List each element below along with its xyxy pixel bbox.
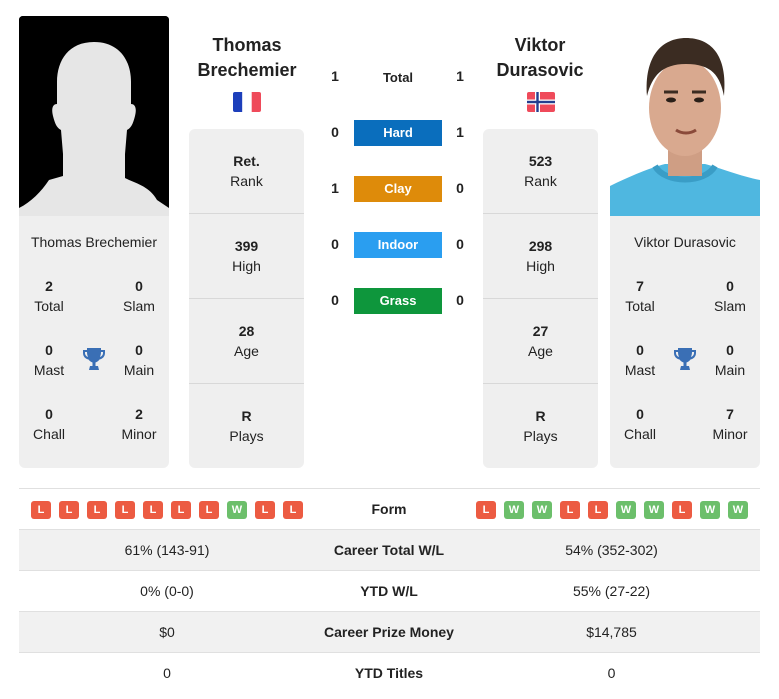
form-win-badge[interactable]: W	[728, 501, 748, 519]
indoor-badge[interactable]: Indoor	[354, 232, 442, 258]
trophy-icon	[82, 347, 106, 373]
player1-age: 28 Age	[189, 298, 304, 383]
prize-money-p1: $0	[159, 624, 175, 640]
h2h-hard-p2: 1	[456, 124, 464, 140]
h2h-grass-p2: 0	[456, 292, 464, 308]
form-win-badge[interactable]: W	[644, 501, 664, 519]
h2h-total-p2: 1	[456, 68, 464, 84]
ytd-wl-p1: 0% (0-0)	[140, 583, 194, 599]
form-loss-badge[interactable]: L	[31, 501, 51, 519]
player1-titles-slam: 0 Slam	[123, 278, 155, 314]
prize-money-label: Career Prize Money	[324, 624, 454, 640]
player1-high: 399 High	[189, 213, 304, 298]
player1-form: LLLLLLLWLL	[31, 501, 303, 519]
silhouette-icon	[19, 16, 169, 216]
h2h-hard-p1: 0	[331, 124, 339, 140]
h2h-total-p1: 1	[331, 68, 339, 84]
h2h-total-label: Total	[382, 70, 414, 85]
player1-titles-total: 2 Total	[34, 278, 64, 314]
player2-full-name: Viktor Durasovic	[634, 234, 736, 250]
h2h-clay-p2: 0	[456, 180, 464, 196]
form-loss-badge[interactable]: L	[672, 501, 692, 519]
player2-rank: 523 Rank	[524, 153, 557, 189]
form-win-badge[interactable]: W	[532, 501, 552, 519]
h2h-indoor-p2: 0	[456, 236, 464, 252]
player1-photo	[19, 16, 169, 216]
player2-titles-main: 0 Main	[714, 342, 746, 378]
clay-badge[interactable]: Clay	[354, 176, 442, 202]
form-loss-badge[interactable]: L	[87, 501, 107, 519]
form-win-badge[interactable]: W	[700, 501, 720, 519]
player1-rank: Ret. Rank	[230, 153, 263, 189]
form-loss-badge[interactable]: L	[476, 501, 496, 519]
form-row: LLLLLLLWLL Form LWWLLWWLWW	[19, 488, 760, 529]
france-flag-icon	[233, 92, 261, 112]
player2-form: LWWLLWWLWW	[476, 501, 748, 519]
player1-name[interactable]: Thomas Brechemier	[180, 33, 314, 83]
table-row: $0 Career Prize Money $14,785	[19, 611, 760, 652]
form-loss-badge[interactable]: L	[199, 501, 219, 519]
career-wl-label: Career Total W/L	[333, 542, 445, 558]
player2-titles-mast: 0 Mast	[624, 342, 656, 378]
prize-money-p2: $14,785	[586, 624, 637, 640]
h2h-surface-hard: 0 Hard 1	[320, 120, 480, 146]
player-photo-icon	[610, 16, 760, 216]
form-loss-badge[interactable]: L	[59, 501, 79, 519]
player2-titles-minor: 7 Minor	[712, 406, 748, 442]
player2-stats-column: 523 Rank 298 High 27 Age R Plays	[483, 129, 598, 468]
comparison-table: LLLLLLLWLL Form LWWLLWWLWW 61% (143-91) …	[19, 488, 760, 693]
form-win-badge[interactable]: W	[616, 501, 636, 519]
form-loss-badge[interactable]: L	[171, 501, 191, 519]
table-row: 0% (0-0) YTD W/L 55% (27-22)	[19, 570, 760, 611]
player2-age: 27 Age	[483, 298, 598, 383]
form-loss-badge[interactable]: L	[143, 501, 163, 519]
player2-photo	[610, 16, 760, 216]
table-row: 61% (143-91) Career Total W/L 54% (352-3…	[19, 529, 760, 570]
h2h-indoor-p1: 0	[331, 236, 339, 252]
player1-plays: R Plays	[189, 383, 304, 468]
player1-titles-chall: 0 Chall	[33, 406, 65, 442]
trophy-icon	[673, 347, 697, 373]
player2-titles-slam: 0 Slam	[714, 278, 746, 314]
player1-titles-minor: 2 Minor	[121, 406, 157, 442]
ytd-titles-p1: 0	[163, 665, 171, 681]
player2-titles-card: Viktor Durasovic 7 Total 0 Slam 0 Mast 0…	[610, 216, 760, 468]
player1-full-name: Thomas Brechemier	[30, 234, 158, 250]
player1-titles-main: 0 Main	[123, 342, 155, 378]
grass-badge[interactable]: Grass	[354, 288, 442, 314]
h2h-surface-indoor: 0 Indoor 0	[320, 232, 480, 258]
h2h-surface-grass: 0 Grass 0	[320, 288, 480, 314]
form-win-badge[interactable]: W	[504, 501, 524, 519]
ytd-titles-label: YTD Titles	[354, 665, 424, 681]
form-loss-badge[interactable]: L	[283, 501, 303, 519]
ytd-wl-label: YTD W/L	[360, 583, 418, 599]
player1-titles-mast: 0 Mast	[33, 342, 65, 378]
norway-flag-icon	[527, 92, 555, 112]
ytd-wl-p2: 55% (27-22)	[572, 583, 651, 599]
player2-high: 298 High	[483, 213, 598, 298]
player2-titles-chall: 0 Chall	[624, 406, 656, 442]
table-row: 0 YTD Titles 0	[19, 652, 760, 693]
ytd-titles-p2: 0	[607, 665, 616, 681]
form-loss-badge[interactable]: L	[255, 501, 275, 519]
form-win-badge[interactable]: W	[227, 501, 247, 519]
form-loss-badge[interactable]: L	[588, 501, 608, 519]
career-wl-p2: 54% (352-302)	[565, 542, 658, 558]
form-loss-badge[interactable]: L	[115, 501, 135, 519]
player1-stats-column: Ret. Rank 399 High 28 Age R Plays	[189, 129, 304, 468]
form-loss-badge[interactable]: L	[560, 501, 580, 519]
player2-name[interactable]: Viktor Durasovic	[473, 33, 607, 83]
h2h-clay-p1: 1	[331, 180, 339, 196]
hard-badge[interactable]: Hard	[354, 120, 442, 146]
h2h-surface-clay: 1 Clay 0	[320, 176, 480, 202]
career-wl-p1: 61% (143-91)	[124, 542, 210, 558]
h2h-total-row: 1 Total 1	[320, 64, 480, 90]
player2-plays: R Plays	[483, 383, 598, 468]
h2h-grass-p1: 0	[331, 292, 339, 308]
form-label: Form	[371, 501, 407, 517]
player1-titles-card: Thomas Brechemier 2 Total 0 Slam 0 Mast …	[19, 216, 169, 468]
player2-titles-total: 7 Total	[625, 278, 655, 314]
